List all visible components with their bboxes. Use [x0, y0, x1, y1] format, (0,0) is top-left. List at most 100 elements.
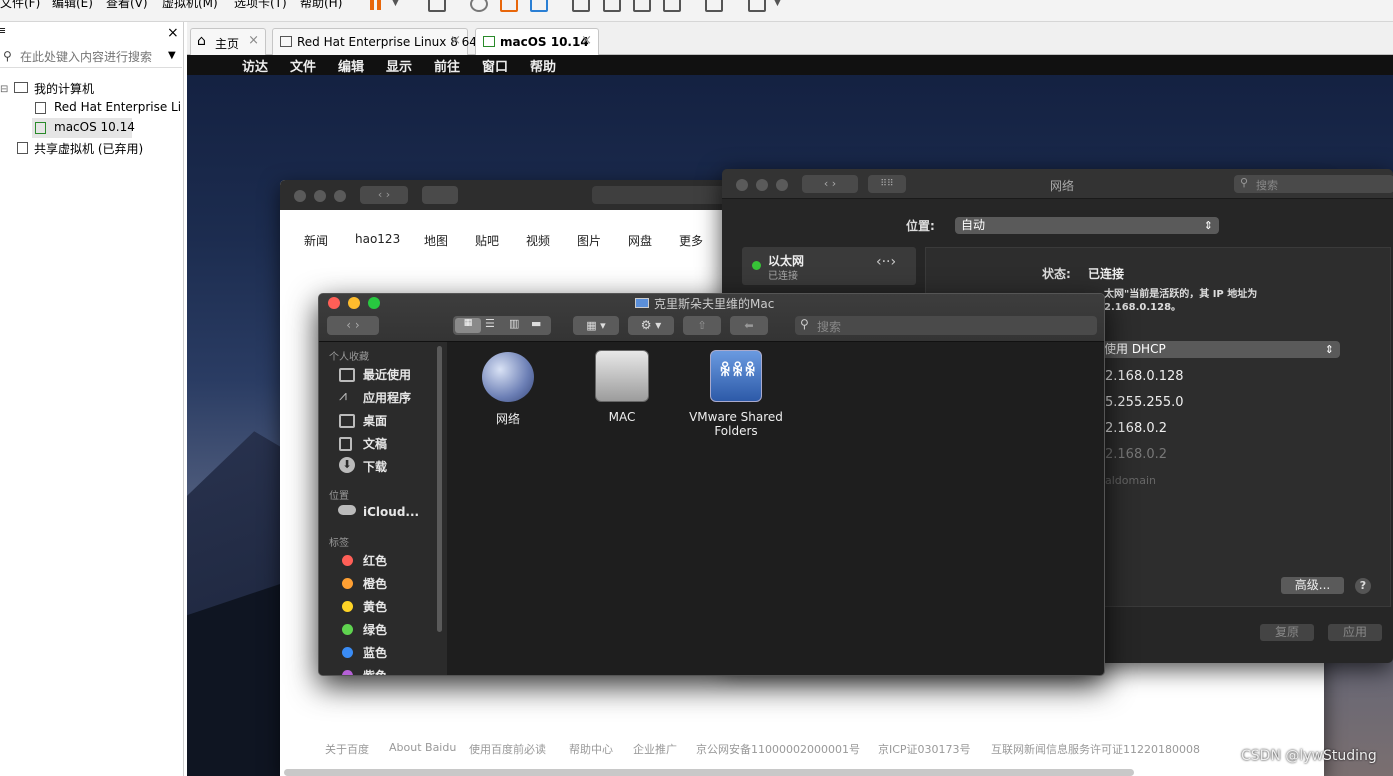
- menu-help[interactable]: 帮助(H): [300, 0, 342, 11]
- configure-ipv4-popup[interactable]: 使用 DHCP ⇕: [1098, 341, 1340, 358]
- show-all-grid-icon[interactable]: ⠿⠿: [868, 175, 906, 193]
- sidebar-toggle-icon[interactable]: [422, 186, 458, 204]
- zoom-window-button[interactable]: [368, 297, 380, 309]
- sidebar-item-icloud[interactable]: iCloud...: [363, 505, 419, 519]
- snapshot-icon[interactable]: [470, 0, 488, 12]
- nav-link[interactable]: 新闻: [304, 232, 328, 249]
- network-search-field[interactable]: ⚲ 搜索: [1234, 175, 1393, 193]
- nav-link[interactable]: 更多: [679, 232, 703, 249]
- menu-vm[interactable]: 虚拟机(M): [162, 0, 218, 11]
- revert-button[interactable]: 复原: [1260, 624, 1314, 641]
- sidebar-tag-orange[interactable]: 橙色: [363, 575, 387, 592]
- chevron-down-icon[interactable]: ▼: [774, 0, 781, 8]
- snapshot-manager-icon[interactable]: [530, 0, 548, 12]
- mac-menu-go[interactable]: 前往: [434, 56, 460, 75]
- macos-desktop[interactable]: 访达 文件 编辑 显示 前往 窗口 帮助 ‹ › 新闻 hao123 地图 贴吧…: [187, 55, 1393, 776]
- service-item-ethernet[interactable]: 以太网 已连接 ‹··›: [742, 247, 916, 285]
- footer-link[interactable]: 企业推广: [633, 741, 677, 757]
- back-forward-buttons[interactable]: ‹ ›: [327, 316, 379, 335]
- collapse-icon[interactable]: ⊟: [0, 84, 8, 95]
- tree-my-computer[interactable]: 我的计算机: [34, 80, 94, 97]
- nav-link[interactable]: 视频: [526, 232, 550, 249]
- column-view-icon[interactable]: ▥: [509, 317, 519, 330]
- tab-close-button[interactable]: ×: [581, 33, 592, 48]
- tab-close-button[interactable]: ×: [450, 33, 461, 48]
- sidebar-item-recents[interactable]: 最近使用: [363, 366, 411, 383]
- nav-link[interactable]: 网盘: [628, 232, 652, 249]
- sidebar-scrollbar[interactable]: [437, 346, 442, 632]
- sidebar-item-documents[interactable]: 文稿: [363, 435, 387, 452]
- nav-link[interactable]: hao123: [355, 232, 400, 246]
- sidebar-item-desktop[interactable]: 桌面: [363, 412, 387, 429]
- nav-link[interactable]: 图片: [577, 232, 601, 249]
- apply-button[interactable]: 应用: [1328, 624, 1382, 641]
- nav-link[interactable]: 地图: [424, 232, 448, 249]
- footer-link[interactable]: About Baidu: [389, 741, 456, 754]
- footer-link[interactable]: 京公网安备11000002000001号: [696, 741, 860, 757]
- zoom-window-button[interactable]: [334, 190, 346, 202]
- action-gear-icon[interactable]: ⚙ ▾: [628, 316, 674, 335]
- location-popup[interactable]: 自动 ⇕: [955, 217, 1219, 234]
- minimize-window-button[interactable]: [314, 190, 326, 202]
- stretch-icon[interactable]: [748, 0, 766, 12]
- group-by-button[interactable]: ▦ ▾: [573, 316, 619, 335]
- shared-folder-icon[interactable]: ꆜꆜꆜ: [710, 350, 762, 402]
- nav-link[interactable]: 贴吧: [475, 232, 499, 249]
- network-globe-icon[interactable]: [482, 352, 534, 402]
- send-keys-icon[interactable]: [428, 0, 446, 12]
- sidebar-tag-green[interactable]: 绿色: [363, 621, 387, 638]
- footer-link[interactable]: 帮助中心: [569, 741, 613, 757]
- library-search[interactable]: ⚲ ▼: [0, 46, 182, 68]
- footer-link[interactable]: 关于百度: [325, 741, 369, 757]
- footer-link[interactable]: 京ICP证030173号: [878, 741, 971, 757]
- mac-menu-view[interactable]: 显示: [386, 56, 412, 75]
- gallery-view-icon[interactable]: ▬: [531, 317, 541, 330]
- horizontal-scrollbar[interactable]: [284, 769, 1134, 776]
- library-close-button[interactable]: ×: [167, 25, 179, 41]
- share-icon[interactable]: ⇧: [683, 316, 721, 335]
- finder-search-field[interactable]: ⚲ 搜索: [795, 316, 1097, 335]
- hard-drive-icon[interactable]: [595, 350, 649, 402]
- close-window-button[interactable]: [736, 179, 748, 191]
- mac-menu-window[interactable]: 窗口: [482, 56, 508, 75]
- advanced-button[interactable]: 高级...: [1281, 577, 1344, 594]
- fullscreen-icon[interactable]: [633, 0, 651, 12]
- revert-snapshot-icon[interactable]: [500, 0, 518, 12]
- tree-shared-vms[interactable]: 共享虚拟机 (已弃用): [34, 140, 143, 157]
- icon-view-icon[interactable]: ▦: [455, 318, 481, 333]
- sidebar-item-downloads[interactable]: 下载: [363, 458, 387, 475]
- finder-item-vmware-shared[interactable]: VMware Shared Folders: [681, 410, 791, 438]
- close-window-button[interactable]: [328, 297, 340, 309]
- zoom-window-button[interactable]: [776, 179, 788, 191]
- library-search-input[interactable]: [20, 48, 165, 65]
- tags-icon[interactable]: ⬅: [730, 316, 768, 335]
- tab-redhat[interactable]: Red Hat Enterprise Linux 8 64... ×: [272, 28, 488, 55]
- tree-vm-macos[interactable]: macOS 10.14: [54, 120, 135, 134]
- close-window-button[interactable]: [294, 190, 306, 202]
- footer-link[interactable]: 使用百度前必读: [469, 741, 546, 757]
- menu-file[interactable]: 文件(F): [0, 0, 40, 11]
- minimize-window-button[interactable]: [756, 179, 768, 191]
- address-bar[interactable]: [592, 186, 732, 204]
- footer-link[interactable]: 互联网新闻信息服务许可证11220180008: [991, 741, 1200, 757]
- list-view-icon[interactable]: ☰: [485, 317, 495, 330]
- mac-menu-finder[interactable]: 访达: [242, 56, 268, 75]
- finder-item-network[interactable]: 网络: [468, 410, 548, 427]
- menu-edit[interactable]: 编辑(E): [52, 0, 93, 11]
- pause-icon[interactable]: [370, 0, 374, 10]
- menu-tabs[interactable]: 选项卡(T): [234, 0, 287, 11]
- mac-menu-file[interactable]: 文件: [290, 56, 316, 75]
- console-icon[interactable]: [705, 0, 723, 12]
- back-forward-buttons[interactable]: ‹ ›: [802, 175, 858, 193]
- tab-macos[interactable]: macOS 10.14 ×: [475, 28, 599, 55]
- menu-view[interactable]: 查看(V): [106, 0, 148, 11]
- tree-vm-redhat[interactable]: Red Hat Enterprise Lin: [54, 100, 182, 114]
- unity-icon[interactable]: [663, 0, 681, 12]
- sidebar-item-applications[interactable]: 应用程序: [363, 389, 411, 406]
- chevron-down-icon[interactable]: ▼: [168, 50, 176, 61]
- finder-item-mac[interactable]: MAC: [582, 410, 662, 424]
- help-button[interactable]: ?: [1355, 578, 1371, 594]
- sidebar-tag-blue[interactable]: 蓝色: [363, 644, 387, 661]
- sidebar-tag-red[interactable]: 红色: [363, 552, 387, 569]
- tab-home[interactable]: ⌂ 主页 ×: [190, 28, 266, 55]
